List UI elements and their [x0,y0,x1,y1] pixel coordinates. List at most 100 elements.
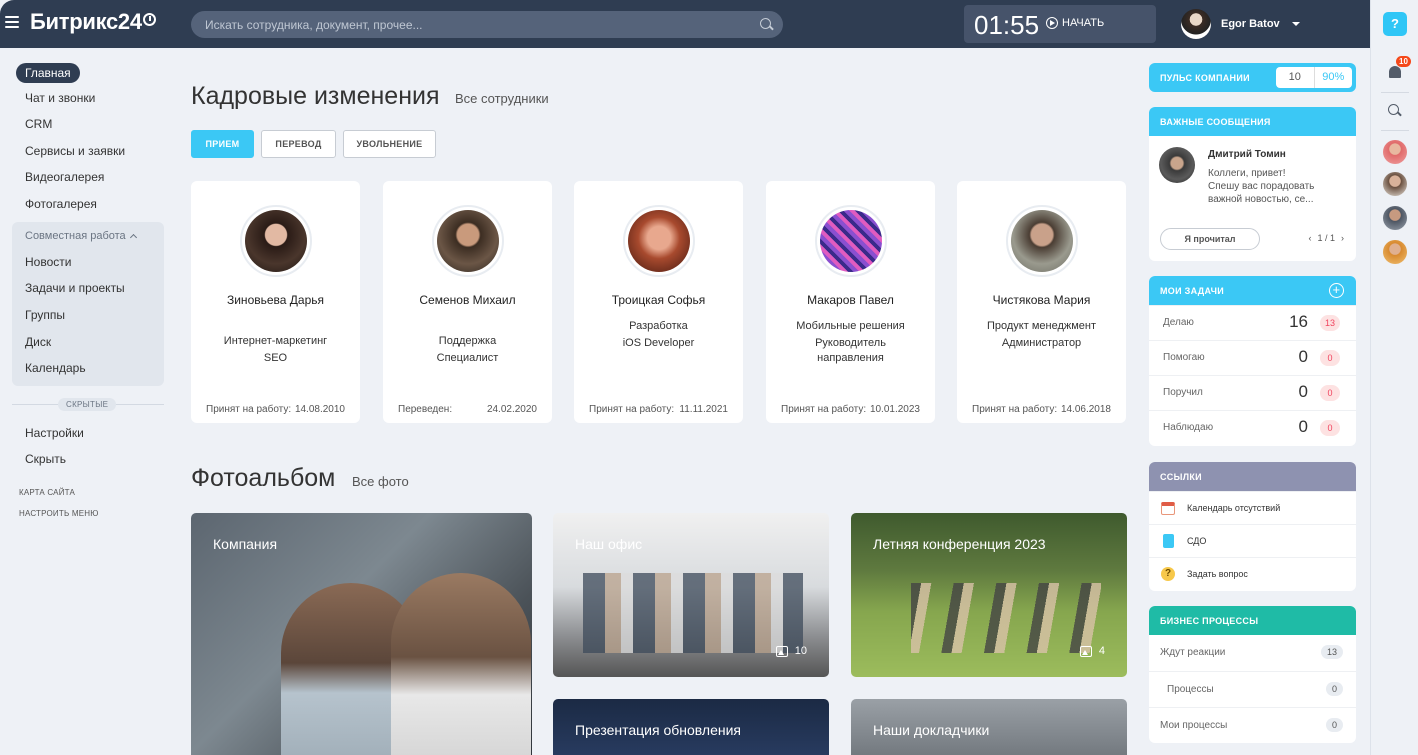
search-input[interactable] [205,11,745,38]
tab-hire[interactable]: ПРИЕМ [191,130,254,158]
play-icon [1046,17,1058,29]
link-label[interactable]: Календарь отсутствий [1187,503,1280,513]
all-employees-link[interactable]: Все сотрудники [455,91,549,106]
user-name[interactable]: Egor Batov [1221,18,1280,30]
chevron-down-icon[interactable] [1291,22,1300,26]
task-label: Помогаю [1163,352,1205,363]
task-row[interactable]: Делаю 16 13 [1149,305,1356,340]
links-widget: ССЫЛКИ Календарь отсутствий СДО ? Задать… [1149,462,1356,591]
chevron-left-icon[interactable]: ‹ [1308,233,1311,243]
my-tasks-widget: МОИ ЗАДАЧИ + Делаю 16 13 Помогаю 0 0 Поручил… [1149,276,1356,446]
chevron-right-icon[interactable]: › [1341,233,1344,243]
mark-read-button[interactable]: Я прочитал [1160,228,1260,250]
start-workday-button[interactable]: НАЧАТЬ [1046,17,1104,29]
employee-card[interactable]: Макаров Павел Мобильные решения Руководи… [766,181,935,423]
sitemap-link[interactable]: КАРТА САЙТА [19,488,75,497]
link-sdo[interactable]: СДО [1149,524,1356,557]
event-date: 10.01.2023 [869,404,920,415]
menu-item-home[interactable]: Главная [16,63,80,83]
menu-item-tasks[interactable]: Задачи и проекты [25,281,125,295]
contact-avatar[interactable] [1383,206,1407,230]
rightbar-divider [1381,92,1409,93]
menu-item-chat[interactable]: Чат и звонки [25,91,95,105]
link-absence-calendar[interactable]: Календарь отсутствий [1149,491,1356,524]
all-photos-link[interactable]: Все фото [352,474,409,489]
album-tile[interactable]: Наши докладчики [851,699,1127,755]
company-pulse-widget[interactable]: ПУЛЬС КОМПАНИИ 10 90% [1149,63,1356,92]
employee-position: Специалист [436,352,499,364]
task-row[interactable]: Помогаю 0 0 [1149,340,1356,375]
search-icon[interactable] [760,18,771,29]
menu-item-crm[interactable]: CRM [25,117,52,131]
worktime-panel[interactable]: 01:55 НАЧАТЬ [964,5,1156,43]
user-avatar[interactable] [1181,9,1211,39]
search-icon[interactable] [1388,104,1399,115]
album-title: Наш офис [575,536,643,552]
link-label[interactable]: СДО [1187,536,1206,546]
employee-avatar[interactable] [622,205,695,277]
employee-name[interactable]: Троицкая Софья [574,293,743,307]
contact-avatar[interactable] [1383,172,1407,196]
employee-avatar[interactable] [431,205,504,277]
author-avatar[interactable] [1159,147,1195,183]
app-window: Битрикс24 01:55 НАЧАТЬ Egor Batov Главна… [0,0,1418,755]
task-count: 0 [1298,382,1308,401]
link-label[interactable]: Задать вопрос [1187,569,1248,579]
links-header: ССЫЛКИ [1149,462,1356,491]
employee-card[interactable]: Семенов Михаил Поддержка Специалист Пере… [383,181,552,423]
album-tile[interactable]: Компания [191,513,532,755]
employee-card[interactable]: Зиновьева Дарья Интернет-маркетинг SEO П… [191,181,360,423]
menu-group-header[interactable]: Совместная работа [25,230,137,242]
menu-item-calendar[interactable]: Календарь [25,361,86,375]
task-row[interactable]: Наблюдаю 0 0 [1149,410,1356,445]
image-icon [775,645,788,657]
menu-item-videogallery[interactable]: Видеогалерея [25,170,104,184]
employee-name[interactable]: Зиновьева Дарья [191,293,360,307]
notifications-bell-icon[interactable]: 10 [1384,56,1411,84]
menu-item-disk[interactable]: Диск [25,335,51,349]
tab-transfer[interactable]: ПЕРЕВОД [261,130,336,158]
bp-row[interactable]: Мои процессы 0 [1149,707,1356,743]
employee-name[interactable]: Чистякова Мария [957,293,1126,307]
tab-dismissal[interactable]: УВОЛЬНЕНИЕ [343,130,436,158]
help-button[interactable]: ? [1383,12,1407,36]
menu-item-services[interactable]: Сервисы и заявки [25,144,125,158]
add-task-icon[interactable]: + [1329,283,1344,298]
album-tile[interactable]: Наш офис 10 [553,513,829,677]
chevron-up-icon[interactable] [129,233,137,242]
album-tile[interactable]: Летняя конференция 2023 4 [851,513,1127,677]
employee-card[interactable]: Троицкая Софья Разработка iOS Developer … [574,181,743,423]
employee-footer: Переведен: 24.02.2020 [398,404,537,415]
message-author[interactable]: Дмитрий Томин [1208,149,1286,160]
task-row[interactable]: Поручил 0 0 [1149,375,1356,410]
employee-avatar[interactable] [814,205,887,277]
employee-avatar[interactable] [1005,205,1078,277]
calendar-icon [1161,501,1175,515]
pager-value: 1 / 1 [1317,233,1335,243]
menu-item-groups[interactable]: Группы [25,308,65,322]
bp-row[interactable]: Ждут реакции 13 [1149,635,1356,671]
employee-name[interactable]: Семенов Михаил [383,293,552,307]
album-tile[interactable]: Презентация обновления [553,699,829,755]
pulse-values[interactable]: 10 90% [1276,67,1352,88]
menu-item-news[interactable]: Новости [25,255,71,269]
configure-menu-link[interactable]: НАСТРОИТЬ МЕНЮ [19,509,99,518]
album-title: Наши докладчики [873,722,990,738]
menu-item-settings[interactable]: Настройки [25,426,84,440]
link-ask-question[interactable]: ? Задать вопрос [1149,557,1356,590]
logo[interactable]: Битрикс24 [30,9,142,35]
employee-avatar[interactable] [239,205,312,277]
employee-position: Руководитель [815,337,886,349]
contact-avatar[interactable] [1383,140,1407,164]
worktime-clock: 01:55 [974,10,1040,40]
menu-item-photogallery[interactable]: Фотогалерея [25,197,97,211]
employee-name[interactable]: Макаров Павел [766,293,935,307]
user-menu[interactable]: Egor Batov [1181,9,1300,39]
search-box[interactable] [191,11,783,38]
menu-burger-icon[interactable] [5,16,19,28]
menu-item-hide[interactable]: Скрыть [25,452,66,466]
employee-card[interactable]: Чистякова Мария Продукт менеджмент Админ… [957,181,1126,423]
bp-row[interactable]: Процессы 0 [1149,671,1356,707]
hidden-items-toggle[interactable]: СКРЫТЫЕ [58,398,117,411]
contact-avatar[interactable] [1383,240,1407,264]
